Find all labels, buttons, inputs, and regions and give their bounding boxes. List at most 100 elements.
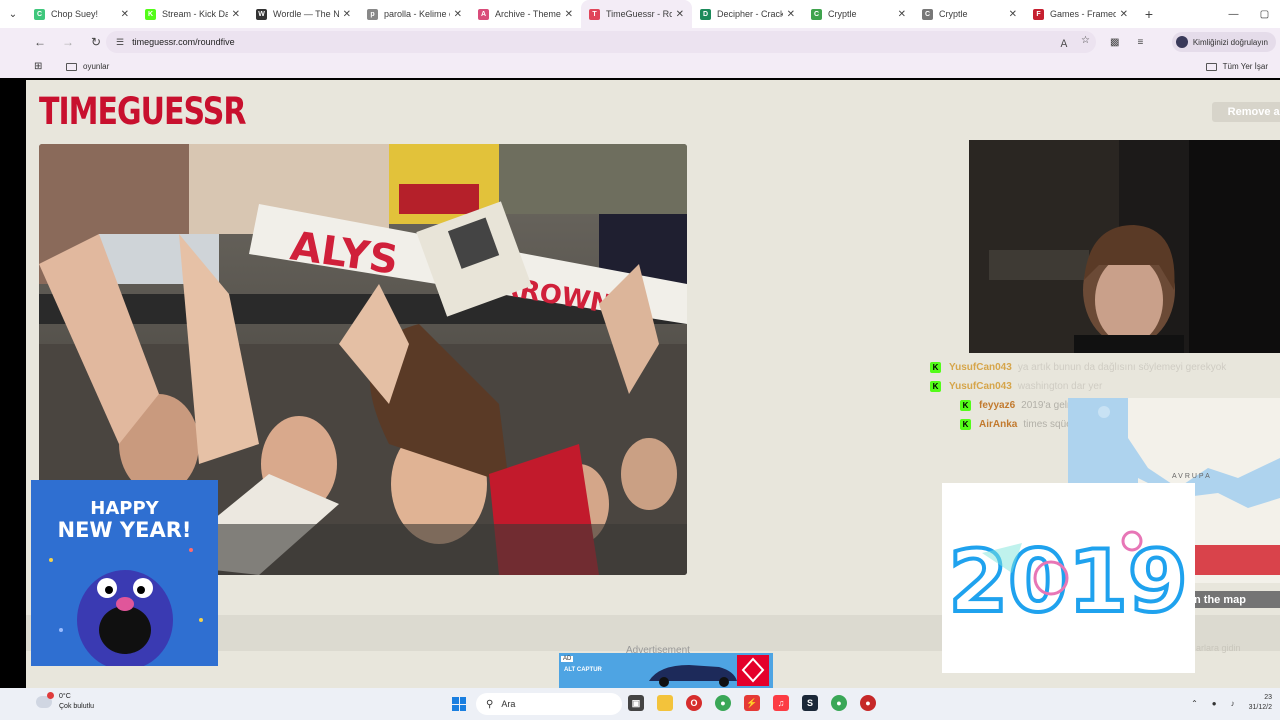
toolbar: ← → ↻ ☰ timeguessr.com/roundfive Ａ ☆ ▩ ≡… <box>0 28 1280 56</box>
forward-icon[interactable]: → <box>56 30 80 54</box>
maximize-icon[interactable]: ▢ <box>1249 0 1280 28</box>
tab-title: Wordle — The N <box>273 9 339 19</box>
tab-favicon-icon: D <box>700 8 711 20</box>
close-tab-icon[interactable]: ✕ <box>454 9 462 20</box>
music-app-icon[interactable]: ♫ <box>773 695 789 711</box>
chat-text: ya artık bunun da dağlısını söylemeyi ge… <box>1017 362 1227 373</box>
cloud-icon <box>36 692 54 708</box>
extension-icons: ▩ ≡ <box>1110 37 1143 48</box>
kick-badge-icon: K <box>960 419 971 430</box>
guess-button-bar[interactable] <box>1186 545 1280 575</box>
close-tab-icon[interactable]: ✕ <box>565 9 573 20</box>
close-tab-icon[interactable]: ✕ <box>676 9 684 20</box>
browser-tab[interactable]: C Chop Suey! ✕ <box>26 0 137 28</box>
streamer-webcam-image <box>969 140 1280 353</box>
address-bar[interactable]: ☰ timeguessr.com/roundfive Ａ ☆ <box>106 31 1096 53</box>
chrome-active-icon[interactable]: ● <box>831 695 847 711</box>
browser-tab[interactable]: D Decipher - Crack ✕ <box>692 0 803 28</box>
weather-widget[interactable]: 0°C Çok bulutlu <box>36 692 94 712</box>
chat-username: AirAnka <box>979 419 1018 430</box>
chat-message: K YusufCan043 washington dar yer <box>930 377 1280 396</box>
speaker-icon[interactable]: ♪ <box>1231 699 1235 708</box>
tab-favicon-icon: T <box>589 8 600 20</box>
close-tab-icon[interactable]: ✕ <box>121 9 129 20</box>
extensions-icon[interactable]: ▩ <box>1110 37 1119 48</box>
media-icon[interactable]: ≡ <box>1137 37 1143 48</box>
windows-start-icon[interactable] <box>452 697 466 711</box>
minimize-icon[interactable]: — <box>1218 0 1249 28</box>
tab-favicon-icon: C <box>922 8 933 20</box>
all-bookmarks-label: Tüm Yer İşar <box>1222 62 1268 71</box>
browser-tab[interactable]: T TimeGuessr - Rou ✕ <box>581 0 692 28</box>
close-tab-icon[interactable]: ✕ <box>898 9 906 20</box>
system-tray: ⌃ ● ♪ 23 31/12/2 <box>1191 693 1272 713</box>
steam-icon[interactable]: S <box>802 695 818 711</box>
lightning-app-icon[interactable]: ⚡ <box>744 695 760 711</box>
browser-tab[interactable]: A Archive - Themely ✕ <box>470 0 581 28</box>
chat-text: washington dar yer <box>1017 381 1103 392</box>
faded-link-text: arlara gidin <box>1196 643 1241 653</box>
year-sticker-overlay: 2019 <box>942 483 1195 673</box>
tab-title: Cryptle <box>828 9 857 19</box>
microphone-icon[interactable]: ● <box>1212 699 1217 708</box>
tab-search-chevron-icon[interactable]: ⌄ <box>0 0 26 28</box>
tab-list: C Chop Suey! ✕ K Stream - Kick Da ✕ W Wordle — … <box>26 0 1136 28</box>
chrome-icon[interactable]: ● <box>715 695 731 711</box>
chat-username: YusufCan043 <box>949 362 1012 373</box>
chat-username: feyyaz6 <box>979 400 1016 411</box>
task-view-icon[interactable]: ▣ <box>628 695 644 711</box>
recording-app-icon[interactable]: ● <box>860 695 876 711</box>
opera-icon[interactable]: O <box>686 695 702 711</box>
folder-icon <box>1205 62 1217 71</box>
tab-title: Stream - Kick Da <box>162 9 228 19</box>
clock-time: 23 <box>1264 694 1272 701</box>
search-icon: ⚲ <box>486 698 494 710</box>
tab-title: Games - Framed <box>1050 9 1116 19</box>
open-map-button[interactable]: n the map <box>1186 591 1280 608</box>
bookmark-folder-label: oyunlar <box>83 62 110 71</box>
bookmarks-bar: ⊞ oyunlar Tüm Yer İşar <box>0 56 1280 78</box>
close-tab-icon[interactable]: ✕ <box>787 9 795 20</box>
close-tab-icon[interactable]: ✕ <box>1120 9 1128 20</box>
map-region-label: AVRUPA <box>1172 473 1212 480</box>
timeguessr-logo[interactable]: TIMEGUESSR <box>39 90 246 134</box>
reload-icon[interactable]: ↻ <box>84 30 108 54</box>
kick-badge-icon: K <box>930 381 941 392</box>
profile-label: Kimliğinizi doğrulayın <box>1192 37 1268 47</box>
tray-chevron-icon[interactable]: ⌃ <box>1191 699 1198 708</box>
browser-tab[interactable]: K Stream - Kick Da ✕ <box>137 0 248 28</box>
browser-tab[interactable]: W Wordle — The N ✕ <box>248 0 359 28</box>
browser-tab[interactable]: p parolla - Kelime o ✕ <box>359 0 470 28</box>
url-text[interactable]: timeguessr.com/roundfive <box>132 37 235 47</box>
ad-banner[interactable]: AD ALT CAPTUR <box>559 653 773 688</box>
tab-favicon-icon: W <box>256 8 267 20</box>
tab-title: Cryptle <box>939 9 968 19</box>
webcam-overlay <box>969 140 1280 353</box>
profile-button[interactable]: Kimliğinizi doğrulayın <box>1171 32 1276 52</box>
grover-illustration <box>49 548 203 666</box>
clock[interactable]: 23 31/12/2 <box>1249 693 1272 713</box>
page-content: TIMEGUESSR Remove ad ALYS RROWN <box>26 80 1280 688</box>
translate-icon[interactable]: Ａ <box>1059 35 1069 50</box>
tab-title: Chop Suey! <box>51 9 99 19</box>
remove-ads-button[interactable]: Remove ad <box>1212 102 1280 122</box>
tab-favicon-icon: C <box>811 8 822 20</box>
taskbar-search[interactable]: ⚲ Ara <box>476 693 622 715</box>
back-icon[interactable]: ← <box>28 30 52 54</box>
file-explorer-icon[interactable] <box>657 695 673 711</box>
bookmark-star-icon[interactable]: ☆ <box>1081 35 1090 50</box>
close-tab-icon[interactable]: ✕ <box>1009 9 1017 20</box>
bookmark-folder-oyunlar[interactable]: oyunlar <box>66 62 109 71</box>
site-info-icon[interactable]: ☰ <box>116 37 124 48</box>
browser-tab[interactable]: F Games - Framed ✕ <box>1025 0 1136 28</box>
window-controls: — ▢ <box>1218 0 1280 28</box>
kick-badge-icon: K <box>930 362 941 373</box>
apps-grid-icon[interactable]: ⊞ <box>34 61 42 72</box>
new-tab-button[interactable]: + <box>1136 6 1162 22</box>
weather-desc: Çok bulutlu <box>59 703 95 710</box>
all-bookmarks[interactable]: Tüm Yer İşar <box>1205 62 1268 71</box>
close-tab-icon[interactable]: ✕ <box>343 9 351 20</box>
browser-tab[interactable]: C Cryptle ✕ <box>914 0 1025 28</box>
close-tab-icon[interactable]: ✕ <box>232 9 240 20</box>
browser-tab[interactable]: C Cryptle ✕ <box>803 0 914 28</box>
